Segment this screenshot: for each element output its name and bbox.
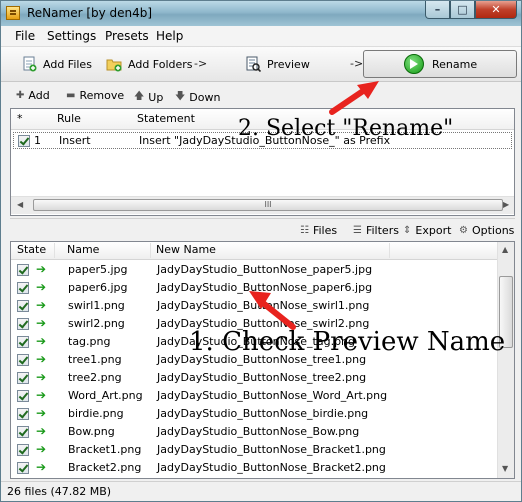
annotation-arrows: [249, 81, 379, 330]
annotation-arrow-rename: [329, 81, 379, 115]
annotation-step-1: 1. Check Preview Name: [189, 327, 506, 357]
annotation-step-2: 2. Select "Rename": [238, 116, 454, 141]
renamer-window: ReNamer [by den4b] – □ ✕ File Settings P…: [0, 0, 522, 502]
annotation-arrow-preview: [249, 291, 296, 330]
